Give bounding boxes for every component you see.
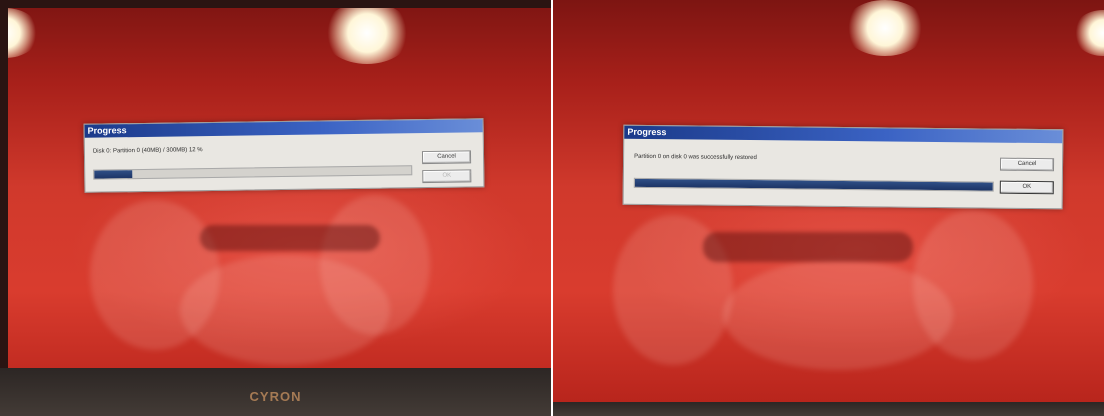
ceiling-light-reflection — [322, 2, 412, 64]
monitor-bezel-bottom — [553, 402, 1104, 416]
person-reflection — [180, 255, 390, 365]
monitor-bezel-left — [0, 0, 8, 416]
monitor-bezel-top — [0, 0, 551, 8]
dialog-titlebar: Progress — [84, 119, 483, 138]
dialog-titlebar: Progress — [624, 125, 1063, 144]
person-reflection — [723, 260, 953, 370]
ceiling-light-reflection — [843, 0, 927, 56]
progress-message: Partition 0 on disk 0 was successfully r… — [634, 153, 757, 162]
ok-button[interactable]: OK — [422, 169, 472, 184]
progress-bar-fill — [94, 170, 133, 179]
progress-bar — [93, 165, 413, 180]
progress-bar-fill — [634, 178, 993, 191]
ok-button[interactable]: OK — [999, 180, 1054, 195]
progress-dialog: Progress Partition 0 on disk 0 was succe… — [622, 124, 1064, 210]
monitor-bezel-bottom: CYRON — [0, 368, 551, 416]
reflection-dark-band — [200, 225, 380, 251]
cancel-button[interactable]: Cancel — [421, 150, 472, 165]
monitor-brand-logo: CYRON — [249, 389, 302, 404]
progress-message: Disk 0: Partition 0 (40MB) / 300MB) 12 % — [92, 147, 203, 155]
photo-left-in-progress: Progress Disk 0: Partition 0 (40MB) / 30… — [0, 0, 551, 416]
cancel-button[interactable]: Cancel — [999, 157, 1055, 172]
progress-bar — [633, 177, 994, 192]
reflection-dark-band — [703, 232, 913, 262]
photo-right-completed: Progress Partition 0 on disk 0 was succe… — [553, 0, 1104, 416]
progress-dialog: Progress Disk 0: Partition 0 (40MB) / 30… — [83, 118, 485, 193]
